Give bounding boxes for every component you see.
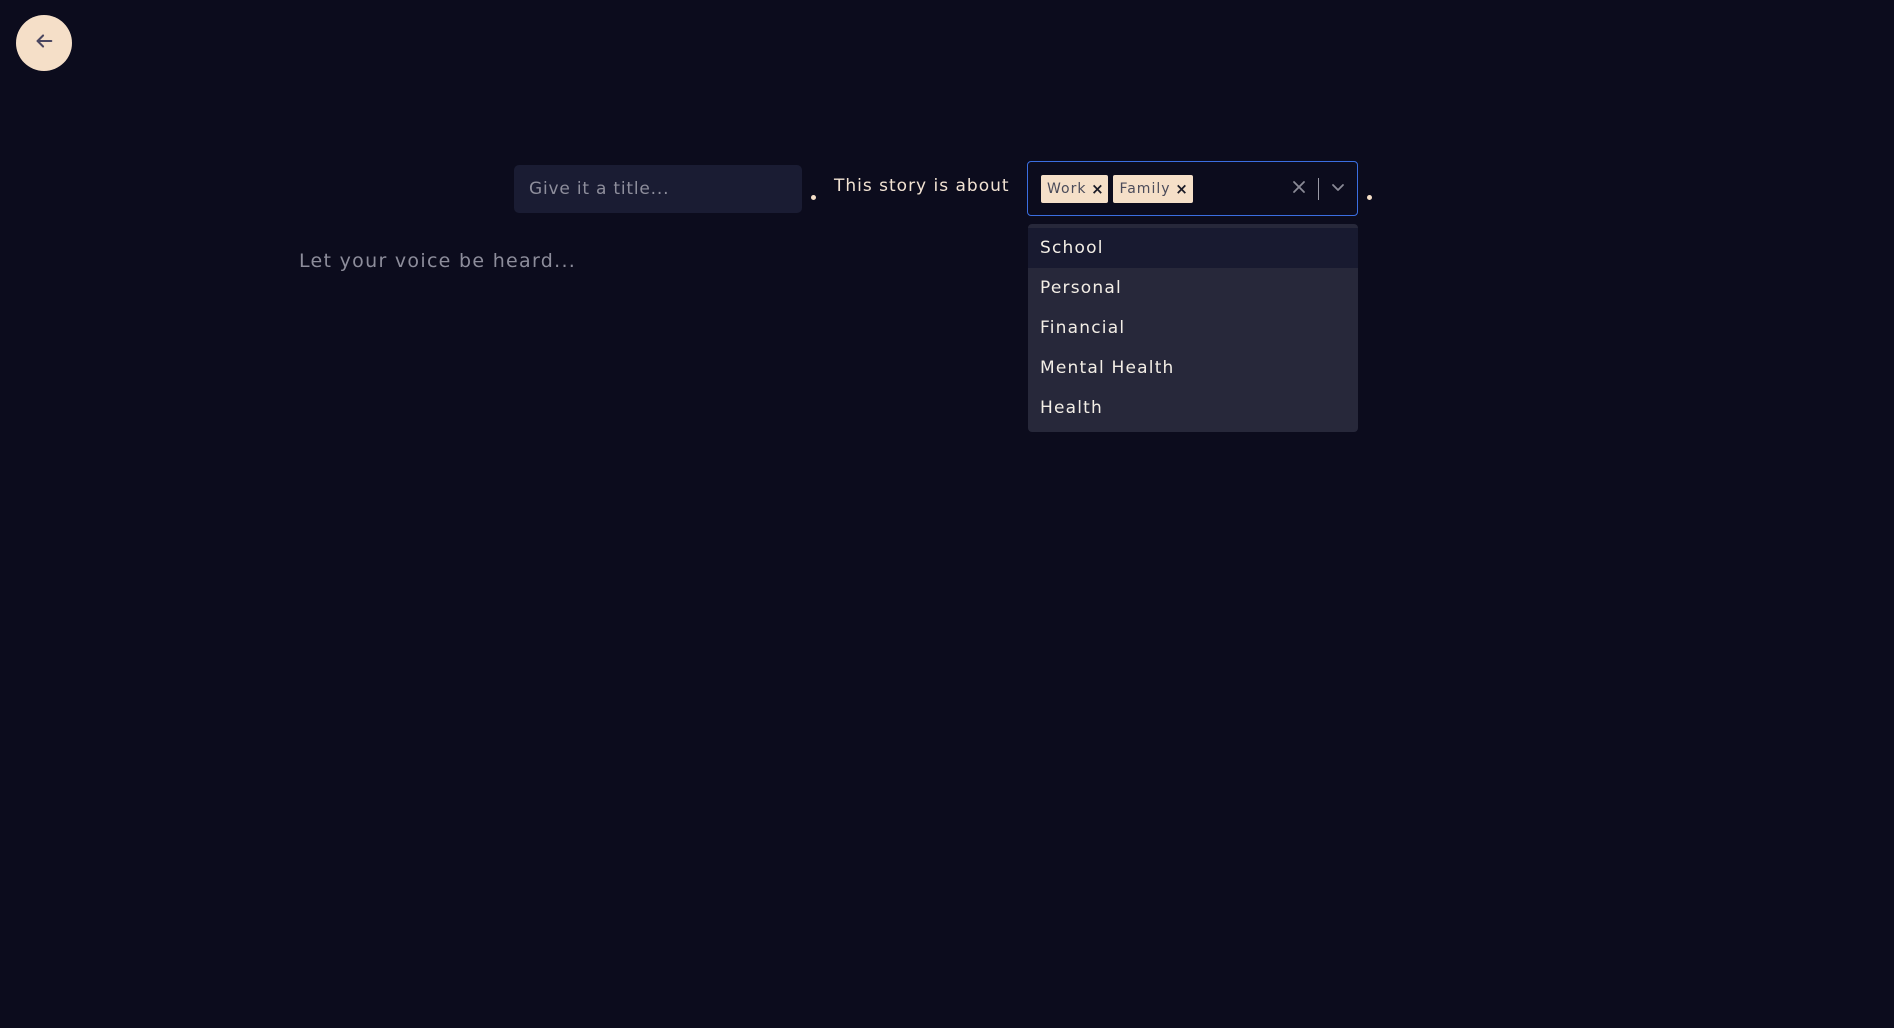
option-school[interactable]: School xyxy=(1028,228,1358,268)
topic-multi-select[interactable]: Work × Family × xyxy=(1027,161,1358,216)
story-body-editor[interactable]: Let your voice be heard... xyxy=(299,250,576,272)
option-mental-health[interactable]: Mental Health xyxy=(1028,348,1358,388)
back-button[interactable] xyxy=(16,15,72,71)
tag-label: Family xyxy=(1119,180,1171,197)
story-about-label: This story is about xyxy=(834,176,1010,196)
option-financial[interactable]: Financial xyxy=(1028,308,1358,348)
option-personal[interactable]: Personal xyxy=(1028,268,1358,308)
indicator-separator xyxy=(1318,177,1319,200)
dropdown-toggle-button[interactable] xyxy=(1323,174,1353,204)
close-icon xyxy=(1292,179,1306,198)
selected-tag-work: Work × xyxy=(1041,174,1109,203)
tag-label: Work xyxy=(1047,180,1087,197)
clear-selection-button[interactable] xyxy=(1284,174,1314,204)
period-dot xyxy=(1367,195,1372,200)
period-dot xyxy=(811,195,816,200)
chevron-down-icon xyxy=(1331,179,1345,198)
option-health[interactable]: Health xyxy=(1028,388,1358,428)
remove-tag-family-button[interactable]: × xyxy=(1171,175,1193,203)
topic-options-menu: School Personal Financial Mental Health … xyxy=(1028,224,1358,432)
remove-tag-work-button[interactable]: × xyxy=(1086,175,1108,203)
arrow-left-icon xyxy=(33,30,55,56)
selected-tag-family: Family × xyxy=(1113,174,1193,203)
title-input[interactable] xyxy=(514,165,802,213)
